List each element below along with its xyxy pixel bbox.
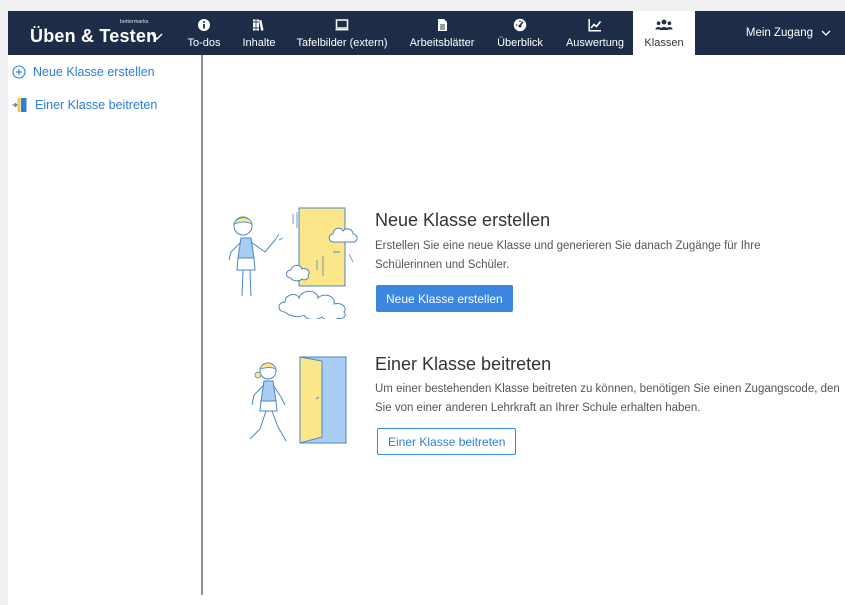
sidebar-item-join-class[interactable]: Einer Klasse beitreten [12, 97, 157, 113]
books-icon [253, 19, 264, 31]
chevron-down-icon [151, 33, 163, 41]
brand-menu[interactable]: bettermarks Üben & Testen [8, 11, 185, 55]
nav-label: Inhalte [242, 37, 276, 49]
nav-label: Tafelbilder (extern) [296, 37, 388, 49]
create-class-illustration [228, 207, 358, 319]
brand-small-logo: bettermarks [120, 19, 149, 25]
sidebar-item-label: Einer Klasse beitreten [35, 98, 158, 112]
chevron-down-icon [821, 30, 831, 36]
gauge-icon [513, 18, 527, 32]
join-class-description: Um einer bestehenden Klasse beitreten zu… [375, 383, 840, 414]
nav-item-arbeitsblaetter[interactable]: Arbeitsblätter [406, 11, 478, 55]
nav-label: Überblick [497, 37, 543, 49]
door-enter-icon [12, 98, 27, 112]
account-label: Mein Zugang [745, 27, 813, 39]
users-icon [655, 19, 673, 30]
nav-label: To-dos [187, 37, 221, 49]
join-class-title: Einer Klasse beitreten [375, 354, 552, 374]
nav-item-auswertung[interactable]: Auswertung [560, 11, 630, 55]
plus-circle-icon [12, 65, 26, 79]
info-icon [198, 19, 210, 31]
create-class-description: Erstellen Sie eine neue Klasse und gener… [375, 240, 761, 271]
sidebar-item-create-class[interactable]: Neue Klasse erstellen [12, 65, 155, 79]
chart-line-icon [588, 19, 602, 32]
join-class-illustration [249, 356, 347, 444]
nav-item-tafelbilder[interactable]: Tafelbilder (extern) [294, 11, 390, 55]
monitor-icon [335, 19, 349, 31]
create-class-button[interactable]: Neue Klasse erstellen [376, 285, 513, 312]
nav-label: Arbeitsblätter [409, 37, 475, 49]
join-class-button[interactable]: Einer Klasse beitreten [377, 428, 517, 455]
nav-label: Klassen [644, 37, 684, 49]
create-class-title: Neue Klasse erstellen [375, 210, 551, 230]
nav-item-ueberblick[interactable]: Überblick [494, 11, 546, 55]
app-window: bettermarks Üben & Testen To-dos Inhalte… [8, 11, 845, 605]
nav-item-todos[interactable]: To-dos [185, 11, 223, 55]
nav-label: Auswertung [565, 37, 625, 49]
brand-title: Üben & Testen [30, 26, 158, 46]
document-icon [438, 19, 447, 31]
top-navigation-bar: bettermarks Üben & Testen To-dos Inhalte… [8, 11, 845, 55]
sidebar: Neue Klasse erstellen Einer Klasse beitr… [8, 55, 203, 595]
account-menu[interactable]: Mein Zugang [746, 11, 831, 55]
nav-item-klassen[interactable]: Klassen [633, 11, 695, 55]
nav-item-inhalte[interactable]: Inhalte [236, 11, 282, 55]
sidebar-item-label: Neue Klasse erstellen [33, 65, 155, 79]
